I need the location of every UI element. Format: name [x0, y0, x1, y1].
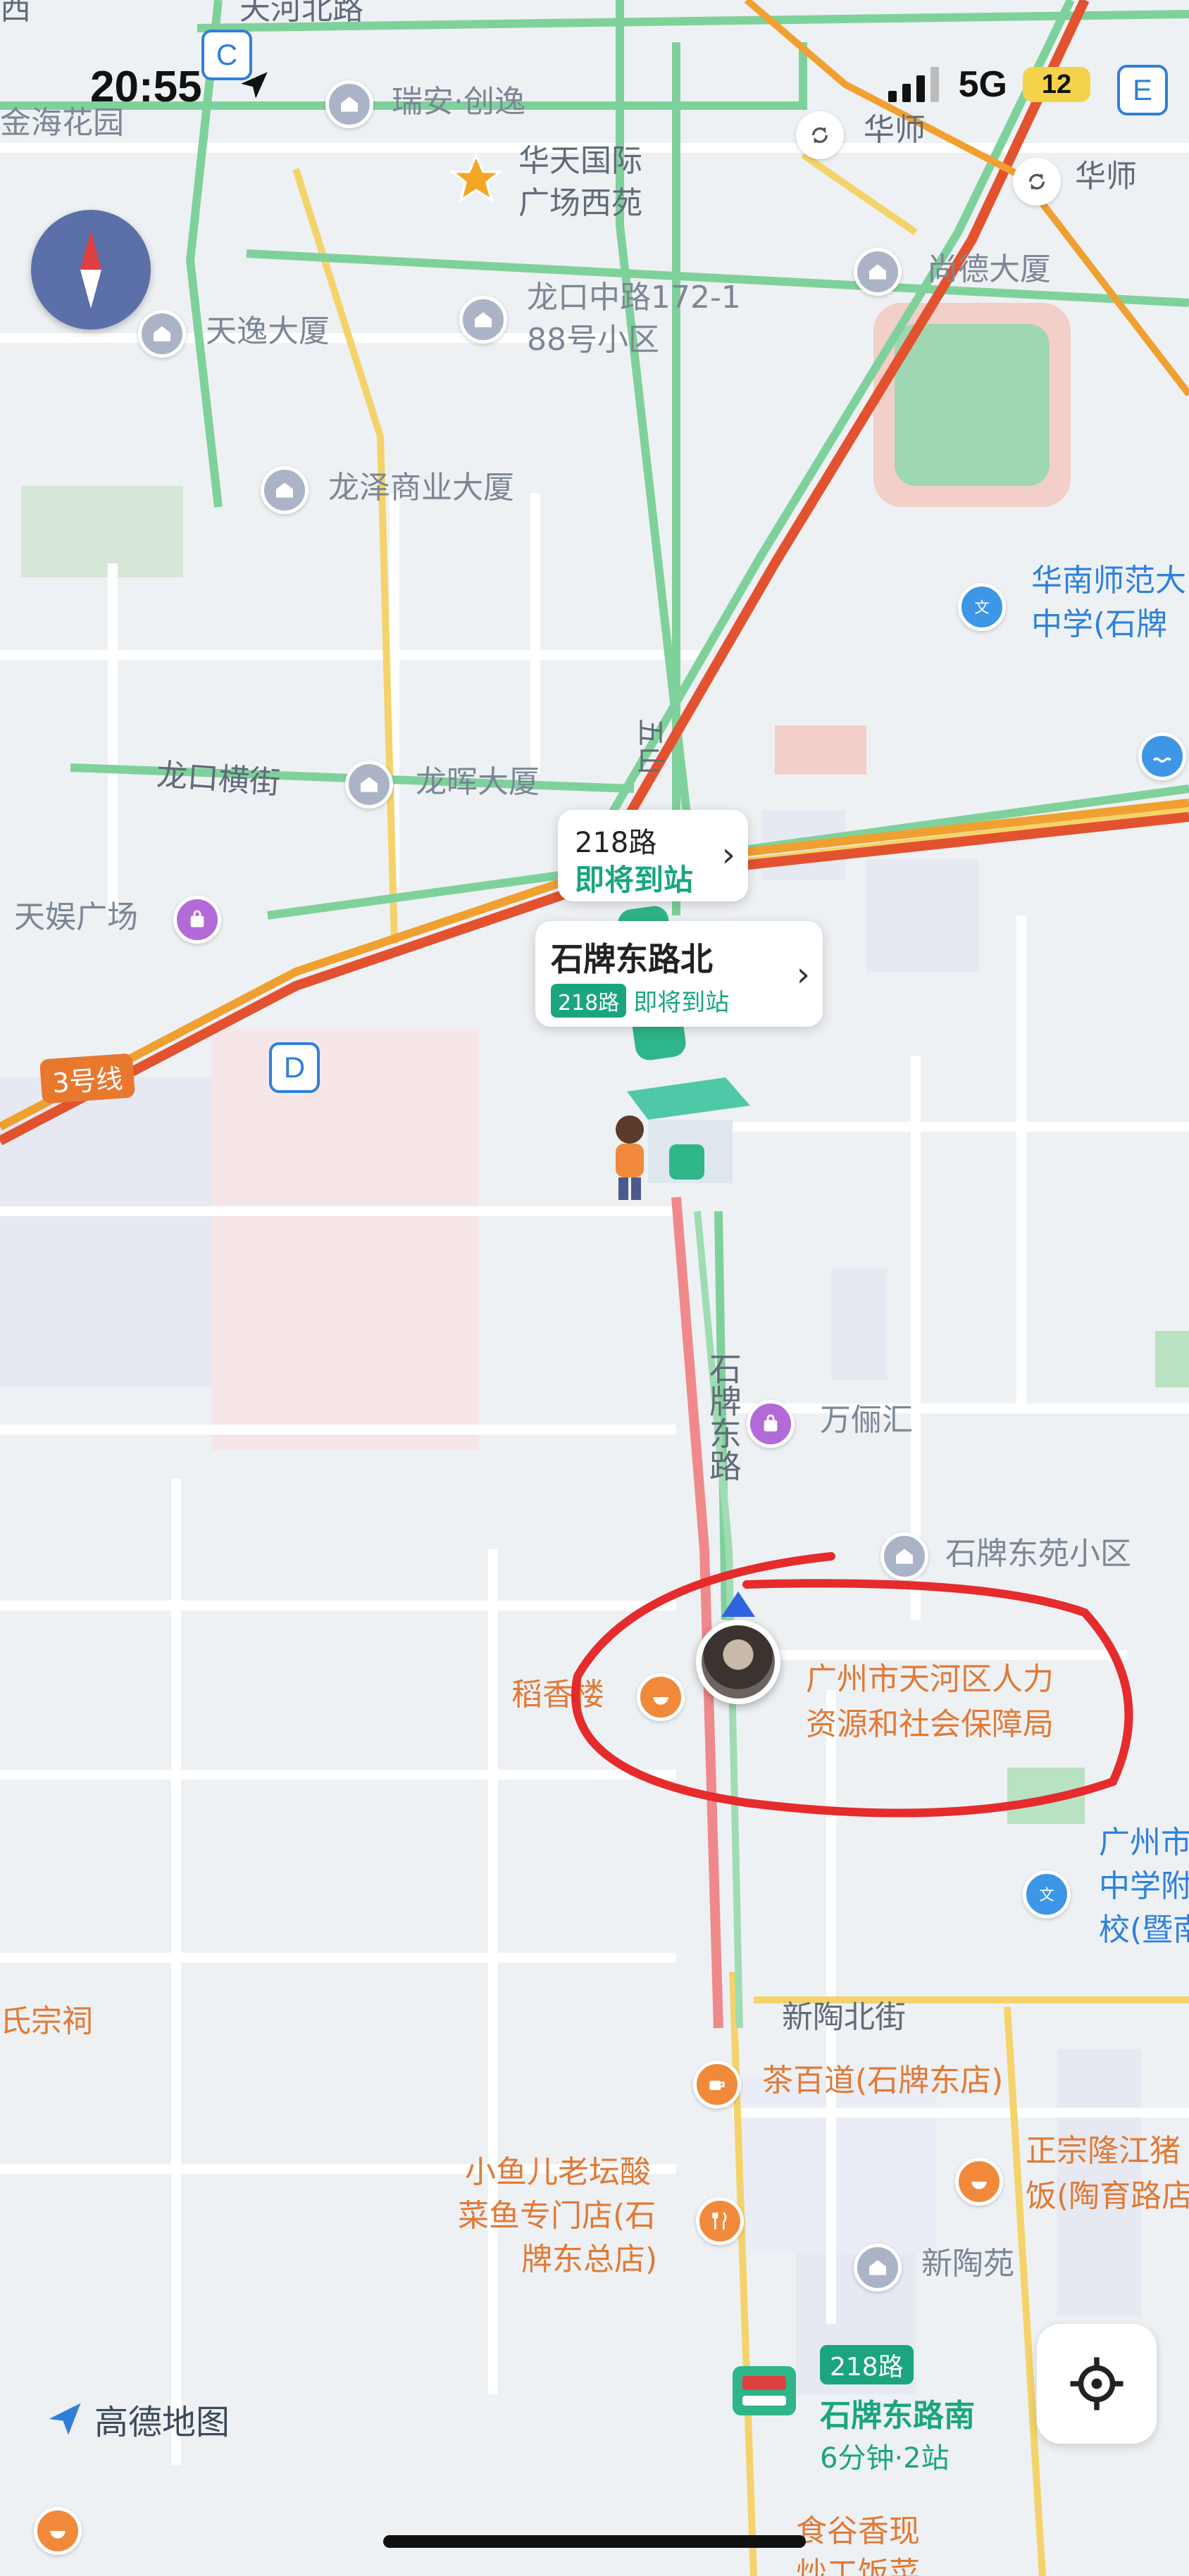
- amap-logo-icon: [49, 2403, 81, 2435]
- refresh-icon[interactable]: [1013, 158, 1061, 206]
- place-label[interactable]: 88号小区: [527, 322, 659, 358]
- stop-arrival-status: 即将到站: [633, 989, 730, 1017]
- place-label[interactable]: 尚德大厦: [927, 251, 1051, 288]
- restaurant-icon[interactable]: [34, 2507, 82, 2555]
- school-icon[interactable]: 文: [958, 583, 1006, 631]
- building-icon[interactable]: [325, 80, 373, 128]
- metro-line-label[interactable]: 3号线: [39, 1053, 136, 1104]
- place-label[interactable]: 炒工饭菜: [796, 2556, 920, 2576]
- logo-text: 高德地图: [94, 2403, 230, 2442]
- map-view[interactable]: 20:55 5G 12 C E D 天河北路 西 金海花园 瑞安·创逸 华天国际…: [0, 0, 1189, 2576]
- place-label[interactable]: 天娱广场: [14, 899, 138, 936]
- svg-text:文: 文: [1039, 1887, 1054, 1904]
- amap-logo: 高德地图: [44, 2394, 230, 2444]
- metro-station-label[interactable]: 华师: [864, 112, 926, 149]
- place-label[interactable]: 食谷香现: [796, 2513, 920, 2550]
- arrival-status: 即将到站: [575, 863, 694, 897]
- road-label: 石牌东路: [704, 1352, 742, 1482]
- place-label[interactable]: 华南师范大: [1031, 563, 1186, 599]
- stop-eta: 6分钟·2站: [820, 2442, 950, 2475]
- svg-text:文: 文: [974, 599, 989, 617]
- place-label[interactable]: 万俪汇: [820, 1402, 913, 1439]
- road-label: 天河北路: [239, 0, 363, 27]
- cafe-icon[interactable]: [693, 2061, 741, 2108]
- place-label[interactable]: 牌东总店): [521, 2242, 657, 2278]
- crosshair-icon: [1070, 2357, 1123, 2411]
- building-icon[interactable]: [854, 2244, 902, 2291]
- building-icon[interactable]: [854, 248, 902, 296]
- place-label[interactable]: 正宗隆江猪: [1026, 2133, 1181, 2170]
- locate-me-button[interactable]: [1037, 2324, 1157, 2444]
- person-avatar-icon: [616, 1115, 644, 1200]
- road-label: 五山: [634, 718, 666, 775]
- place-label[interactable]: 华天国际: [518, 143, 642, 180]
- place-label[interactable]: 龙晖大厦: [416, 764, 540, 801]
- compass-needle-icon: [80, 231, 101, 308]
- restaurant-icon[interactable]: [955, 2158, 1003, 2206]
- signal-icon: [888, 67, 939, 102]
- fork-knife-icon[interactable]: [696, 2197, 744, 2245]
- metro-exit-badge-e[interactable]: E: [1117, 65, 1168, 115]
- stop-route-status: 218路 即将到站: [551, 983, 729, 1018]
- refresh-icon[interactable]: [796, 111, 844, 159]
- school-icon[interactable]: 文: [1023, 1870, 1071, 1918]
- route-tag: 218路: [551, 983, 627, 1018]
- place-label: 金海花园: [0, 105, 124, 141]
- chevron-right-icon: ›: [796, 955, 810, 994]
- building-icon[interactable]: [261, 466, 309, 514]
- chevron-right-icon: ›: [721, 835, 735, 875]
- status-indicators: 5G 12: [888, 63, 1090, 106]
- place-label[interactable]: 饭(陶育路店: [1026, 2178, 1189, 2215]
- route-number: 218路: [575, 827, 657, 859]
- place-label[interactable]: 中学(石牌: [1031, 606, 1167, 643]
- place-label[interactable]: 茶百道(石牌东店): [762, 2063, 1003, 2099]
- place-label[interactable]: 氏宗祠: [0, 2003, 93, 2040]
- place-label[interactable]: 龙口中路172-1: [527, 280, 741, 316]
- place-label[interactable]: 广场西苑: [518, 185, 642, 222]
- swimming-icon[interactable]: [1138, 732, 1186, 780]
- star-icon[interactable]: [448, 151, 504, 207]
- place-label[interactable]: 菜鱼专门店(石: [458, 2198, 656, 2234]
- metro-exit-badge-c[interactable]: C: [201, 30, 252, 80]
- shopping-bag-icon[interactable]: [173, 896, 221, 944]
- stop-name: 石牌东路南: [820, 2398, 975, 2434]
- route-tag: 218路: [820, 2345, 914, 2384]
- metro-station-label[interactable]: 华师: [1075, 158, 1137, 195]
- place-label[interactable]: 天逸大厦: [206, 313, 330, 350]
- metro-exit-badge-d[interactable]: D: [269, 1042, 320, 1093]
- place-label[interactable]: 中学附: [1099, 1868, 1189, 1905]
- battery-indicator: 12: [1023, 67, 1090, 102]
- red-circle-annotation: [571, 1552, 1133, 1818]
- road-label: 新陶北街: [782, 1999, 906, 2035]
- shopping-bag-icon[interactable]: [747, 1400, 795, 1448]
- place-label[interactable]: 瑞安·创逸: [392, 84, 525, 120]
- place-label[interactable]: 新陶苑: [921, 2246, 1014, 2282]
- home-indicator[interactable]: [383, 2535, 806, 2548]
- status-bar: 20:55 5G 12: [0, 0, 1189, 141]
- place-label[interactable]: 小鱼儿老坛酸: [465, 2154, 651, 2191]
- place-label[interactable]: 校(暨南: [1099, 1912, 1189, 1949]
- network-type: 5G: [958, 64, 1007, 105]
- building-icon[interactable]: [459, 296, 507, 344]
- bus-route-card[interactable]: 218路 即将到站 ›: [558, 810, 748, 901]
- bus-stop-sign-icon: [733, 2366, 796, 2415]
- place-label[interactable]: 龙泽商业大厦: [328, 470, 514, 506]
- compass-button[interactable]: [31, 210, 151, 330]
- building-icon[interactable]: [345, 761, 393, 808]
- stop-name: 石牌东路北: [551, 940, 713, 978]
- area-label: 西: [0, 0, 31, 27]
- bus-stop-card[interactable]: 石牌东路北 218路 即将到站 ›: [535, 921, 823, 1027]
- building-icon[interactable]: [138, 310, 186, 358]
